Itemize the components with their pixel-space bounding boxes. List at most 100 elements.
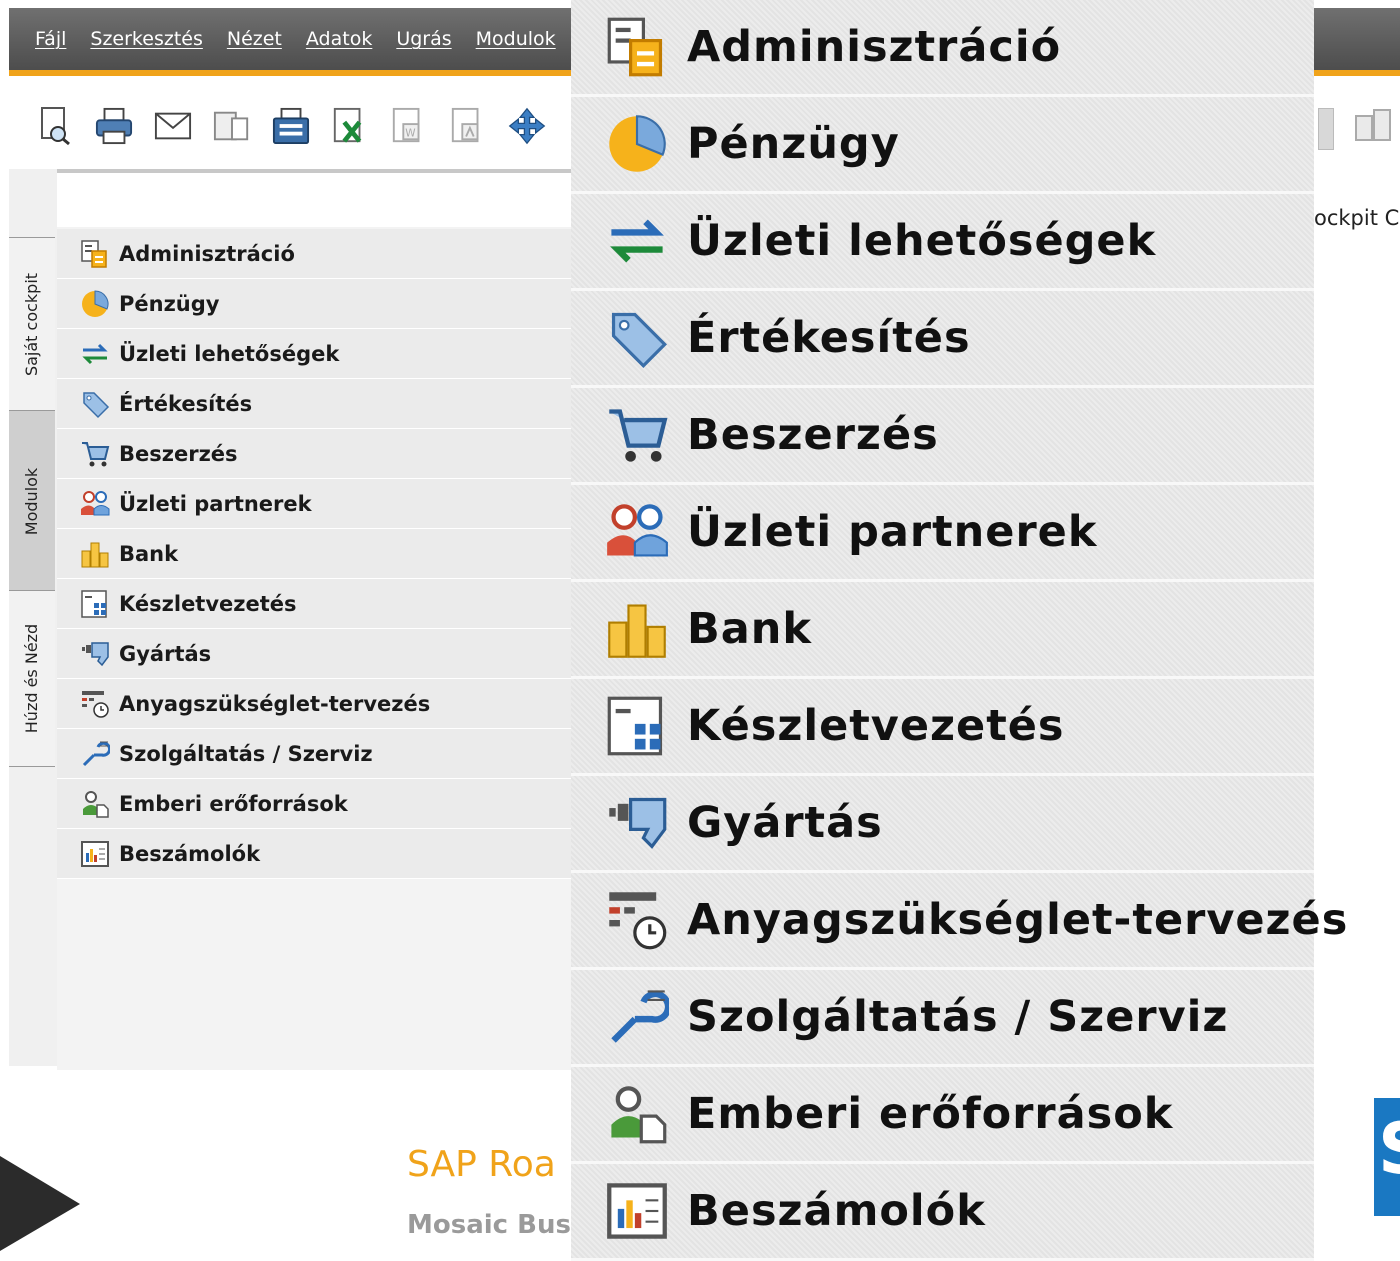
zoom-item-mrp[interactable]: Anyagszükséglet-tervezés [571, 873, 1347, 970]
production-icon [605, 791, 669, 855]
module-label: Értékesítés [119, 391, 253, 416]
modules-panel: Adminisztráció Pénzügy Üzleti lehetősége… [57, 169, 572, 1070]
zoom-module-label: Készletvezetés [687, 701, 1065, 751]
module-item-inventory[interactable]: Készletvezetés [57, 579, 572, 629]
module-label: Adminisztráció [119, 241, 295, 266]
pdf-export-icon[interactable] [449, 104, 487, 148]
reports-chart-icon [77, 838, 113, 870]
production-icon [77, 638, 113, 670]
zoom-module-label: Szolgáltatás / Szerviz [687, 992, 1229, 1042]
zoom-module-label: Adminisztráció [687, 22, 1062, 72]
zoom-item-reports[interactable]: Beszámolók [571, 1164, 1314, 1261]
module-label: Üzleti partnerek [119, 491, 312, 516]
zoom-item-inventory[interactable]: Készletvezetés [571, 679, 1314, 776]
zoom-item-bank[interactable]: Bank [571, 582, 1314, 679]
side-tabs: Saját cockpit Modulok Húzd és Nézd [9, 169, 59, 1066]
zoom-module-label: Anyagszükséglet-tervezés [687, 895, 1349, 945]
module-label: Gyártás [119, 641, 212, 666]
move-arrows-icon[interactable] [508, 104, 546, 148]
sap-logo-letter: S [1378, 1108, 1400, 1190]
inventory-icon [77, 588, 113, 620]
fax-icon[interactable] [272, 104, 310, 148]
zoom-module-label: Bank [687, 604, 813, 654]
administration-icon [77, 238, 113, 270]
module-item-finance[interactable]: Pénzügy [57, 279, 572, 329]
module-label: Beszámolók [119, 841, 261, 866]
tab-my-cockpit[interactable]: Saját cockpit [9, 237, 55, 412]
zoom-item-finance[interactable]: Pénzügy [571, 97, 1314, 194]
bank-coins-icon [605, 597, 669, 661]
zoom-item-human-resources[interactable]: Emberi erőforrások [571, 1067, 1314, 1164]
email-icon[interactable] [154, 104, 192, 148]
administration-icon [605, 15, 669, 79]
tab-drag-and-relate-label: Húzd és Nézd [22, 623, 42, 734]
menu-edit[interactable]: Szerkesztés [90, 28, 202, 50]
zoom-item-administration[interactable]: Adminisztráció [571, 0, 1314, 97]
module-item-sales[interactable]: Értékesítés [57, 379, 572, 429]
module-item-mrp[interactable]: Anyagszükséglet-tervezés [57, 679, 572, 729]
zoom-module-label: Beszámolók [687, 1186, 986, 1236]
footer-title: SAP Roa [407, 1144, 556, 1185]
module-label: Emberi erőforrások [119, 791, 348, 816]
business-partners-icon [605, 500, 669, 564]
module-item-opportunities[interactable]: Üzleti lehetőségek [57, 329, 572, 379]
tab-drag-and-relate[interactable]: Húzd és Nézd [9, 590, 55, 767]
module-label: Szolgáltatás / Szerviz [119, 741, 373, 766]
module-item-business-partners[interactable]: Üzleti partnerek [57, 479, 572, 529]
zoom-item-opportunities[interactable]: Üzleti lehetőségek [571, 194, 1314, 291]
zoom-item-production[interactable]: Gyártás [571, 776, 1314, 873]
word-export-icon[interactable]: W [390, 104, 428, 148]
zoom-module-label: Emberi erőforrások [687, 1089, 1174, 1139]
finance-pie-icon [77, 288, 113, 320]
mrp-clock-icon [77, 688, 113, 720]
print-icon[interactable] [95, 104, 133, 148]
module-item-production[interactable]: Gyártás [57, 629, 572, 679]
sales-tags-icon [605, 306, 669, 370]
toolbar: W [36, 104, 546, 148]
module-item-administration[interactable]: Adminisztráció [57, 229, 572, 279]
module-label: Üzleti lehetőségek [119, 341, 340, 366]
module-label: Pénzügy [119, 291, 220, 316]
module-label: Anyagszükséglet-tervezés [119, 691, 431, 716]
print-preview-icon[interactable] [36, 104, 74, 148]
sap-logo: S [1374, 1098, 1400, 1216]
sms-icon[interactable] [213, 104, 251, 148]
opportunities-arrows-icon [605, 209, 669, 273]
menu-file[interactable]: Fájl [35, 28, 66, 50]
tab-modules-label: Modulok [22, 467, 42, 535]
bank-coins-icon [77, 538, 113, 570]
inventory-icon [605, 694, 669, 758]
toolbar-icon-faded-1[interactable] [1318, 108, 1334, 150]
menu-goto[interactable]: Ugrás [396, 28, 451, 50]
module-list: Adminisztráció Pénzügy Üzleti lehetősége… [57, 229, 572, 879]
zoom-item-service[interactable]: Szolgáltatás / Szerviz [571, 970, 1314, 1067]
zoom-module-label: Beszerzés [687, 410, 939, 460]
human-resources-icon [605, 1082, 669, 1146]
menu-modules[interactable]: Modulok [476, 28, 556, 50]
zoom-item-purchasing[interactable]: Beszerzés [571, 388, 1314, 485]
excel-export-icon[interactable] [331, 104, 369, 148]
footer-subtitle: Mosaic Bus [407, 1210, 571, 1240]
module-item-bank[interactable]: Bank [57, 529, 572, 579]
module-label: Készletvezetés [119, 591, 297, 616]
zoom-module-label: Üzleti lehetőségek [687, 216, 1157, 266]
module-item-reports[interactable]: Beszámolók [57, 829, 572, 879]
module-label: Bank [119, 541, 179, 566]
mrp-clock-icon [605, 888, 669, 952]
business-partners-icon [77, 488, 113, 520]
module-item-service[interactable]: Szolgáltatás / Szerviz [57, 729, 572, 779]
zoom-item-business-partners[interactable]: Üzleti partnerek [571, 485, 1314, 582]
opportunities-arrows-icon [77, 338, 113, 370]
svg-text:W: W [405, 127, 415, 139]
zoom-item-sales[interactable]: Értékesítés [571, 291, 1314, 388]
toolbar-icon-faded-2[interactable] [1354, 108, 1394, 152]
tab-modules[interactable]: Modulok [9, 410, 55, 592]
modules-zoom-callout: Adminisztráció Pénzügy Üzleti lehetősége… [571, 0, 1347, 1261]
menu-view[interactable]: Nézet [227, 28, 282, 50]
menu-data[interactable]: Adatok [306, 28, 372, 50]
service-wrench-icon [77, 738, 113, 770]
module-item-human-resources[interactable]: Emberi erőforrások [57, 779, 572, 829]
module-item-purchasing[interactable]: Beszerzés [57, 429, 572, 479]
service-wrench-icon [605, 985, 669, 1049]
menu-items: Fájl Szerkesztés Nézet Adatok Ugrás Modu… [35, 28, 580, 50]
